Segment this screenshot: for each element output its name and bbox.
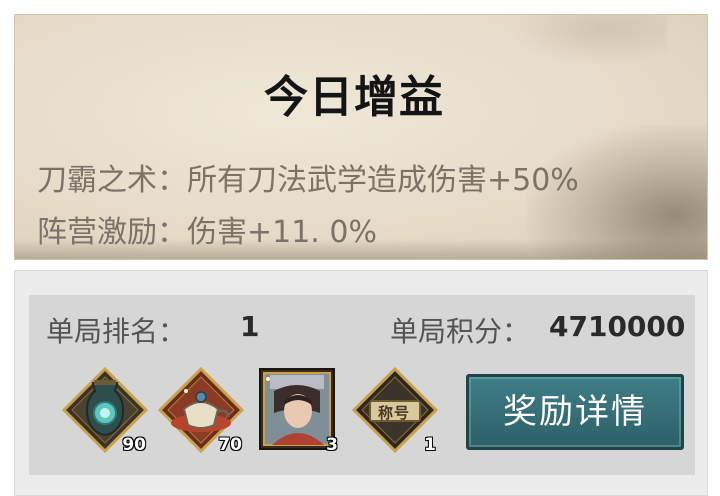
daily-buff-panel: 今日增益 刀霸之术：所有刀法武学造成伤害+50% 阵营激励：伤害+11. 0% (14, 14, 708, 260)
reward-item-teapot[interactable]: 70 (156, 365, 246, 455)
buff-faction-encouragement: 阵营激励：伤害+11. 0% (37, 215, 377, 250)
reward-count: 1 (424, 435, 436, 455)
reward-count: 90 (122, 435, 146, 455)
reward-item-portrait[interactable]: 3 (252, 365, 342, 455)
score-label: 单局积分： (390, 315, 531, 348)
rank-value: 1 (240, 310, 260, 343)
ink-wash-decoration (507, 15, 667, 65)
buff-blade-mastery: 刀霸之术：所有刀法武学造成伤害+50% (37, 163, 579, 198)
reward-item-title[interactable]: 称号 1 (350, 365, 440, 455)
reward-item-jade-vase[interactable]: 90 (60, 365, 150, 455)
score-value: 4710000 (549, 310, 686, 343)
rank-label: 单局排名： (46, 315, 187, 348)
reward-count: 3 (326, 435, 338, 455)
reward-details-button[interactable]: 奖励详情 (466, 374, 684, 450)
title-badge-label: 称号 (378, 404, 411, 422)
buff-title: 今日增益 (264, 72, 444, 123)
reward-count: 70 (218, 435, 242, 455)
